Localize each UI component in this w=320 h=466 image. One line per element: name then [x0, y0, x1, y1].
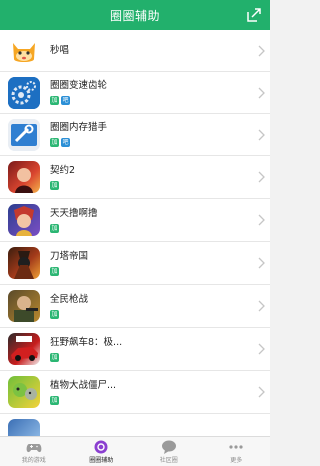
gear-icon [8, 76, 40, 109]
bottom-tab-bar: 我的游戏 圈圈辅助 社区圈 更多 [0, 436, 270, 466]
top-bar: 圈圈辅助 [0, 0, 270, 30]
chevron-right-icon [258, 87, 265, 98]
app-name: 植物大战僵尸... [50, 379, 117, 391]
tag-badge: 加 [50, 138, 59, 147]
wrench-icon [8, 118, 40, 151]
tag-badge: 加 [50, 352, 59, 362]
chevron-right-icon [258, 214, 265, 226]
tab-more[interactable]: 更多 [203, 437, 271, 466]
tag-badge: 加 [50, 96, 59, 105]
app-name: 狂野飙车8：极... [50, 336, 123, 348]
app-name: 全民枪战 [50, 293, 89, 305]
chat-bubble-icon [161, 440, 176, 454]
game-icon [8, 161, 40, 193]
game-icon [8, 376, 40, 408]
chevron-right-icon [258, 343, 265, 355]
app-name: 天天撸啊撸 [50, 207, 98, 219]
list-item[interactable]: 圈圈内存猎手 加 吧 [0, 114, 270, 156]
list-item[interactable]: 契约2 加 [0, 156, 270, 199]
cat-face-icon [8, 34, 40, 67]
tag-badge: 加 [50, 180, 59, 190]
tag-badge: 加 [50, 309, 59, 319]
tab-community[interactable]: 社区圈 [135, 437, 203, 466]
tab-label: 更多 [230, 456, 243, 464]
chevron-right-icon [258, 300, 265, 312]
app-list: 秒唱 圈圈变速齿轮 加 吧 圈圈内存猎手 加 吧 契约2 加 天天撸啊撸 加 刀… [0, 30, 270, 436]
game-icon [8, 290, 40, 322]
list-item[interactable]: 秒唱 [0, 30, 270, 72]
list-item[interactable]: 全民枪战 加 [0, 285, 270, 328]
list-item[interactable]: 狂野飙车8：极... 加 [0, 328, 270, 371]
game-icon [8, 419, 40, 436]
gamepad-icon [26, 443, 42, 452]
share-icon[interactable] [246, 7, 262, 23]
tag-badge: 吧 [61, 96, 70, 105]
list-item[interactable]: 天天撸啊撸 加 [0, 199, 270, 242]
chevron-right-icon [258, 171, 265, 183]
tag-badge: 加 [50, 223, 59, 233]
game-icon [8, 333, 40, 365]
game-icon [8, 204, 40, 236]
tab-label: 圈圈辅助 [89, 456, 114, 464]
page-title: 圈圈辅助 [109, 8, 160, 23]
app-name: 圈圈内存猎手 [50, 122, 108, 133]
list-item[interactable] [0, 414, 270, 436]
chevron-right-icon [258, 386, 265, 398]
app-name: 刀塔帝国 [50, 250, 89, 262]
tag-badge: 加 [50, 266, 59, 276]
tag-badge: 吧 [61, 138, 70, 147]
tab-label: 我的游戏 [21, 456, 46, 464]
assistant-icon [94, 440, 108, 453]
app-name: 秒唱 [50, 44, 70, 56]
tab-assistant[interactable]: 圈圈辅助 [68, 437, 136, 466]
tab-label: 社区圈 [159, 456, 178, 464]
more-dots-icon [229, 444, 243, 449]
app-name: 契约2 [50, 164, 76, 176]
tab-my-games[interactable]: 我的游戏 [0, 437, 68, 466]
game-icon [8, 247, 40, 279]
list-item[interactable]: 植物大战僵尸... 加 [0, 371, 270, 414]
chevron-right-icon [258, 45, 265, 56]
list-item[interactable]: 圈圈变速齿轮 加 吧 [0, 72, 270, 114]
chevron-right-icon [258, 257, 265, 269]
tag-badge: 加 [50, 395, 59, 405]
list-item[interactable]: 刀塔帝国 加 [0, 242, 270, 285]
app-name: 圈圈变速齿轮 [50, 80, 108, 91]
chevron-right-icon [258, 129, 265, 140]
